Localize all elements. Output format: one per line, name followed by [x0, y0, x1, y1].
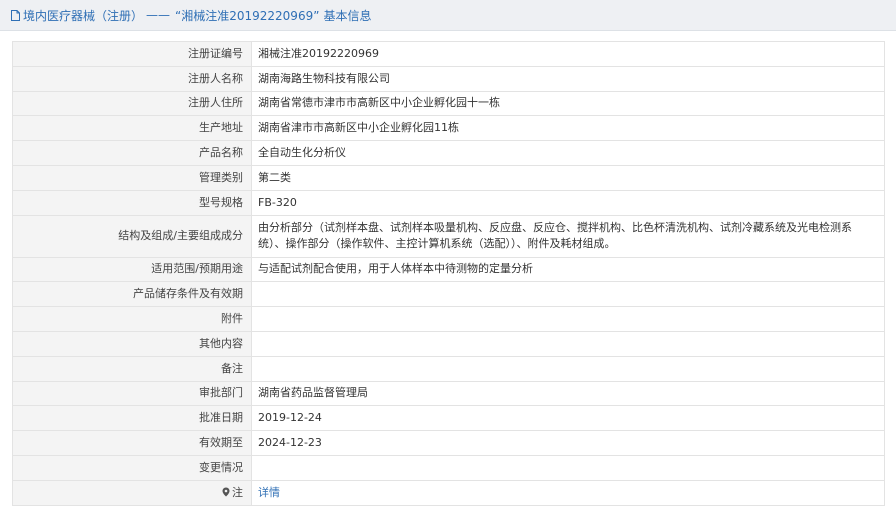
table-row: 型号规格 FB-320	[12, 189, 885, 216]
row-value: 湖南省常德市津市市高新区中小企业孵化园十一栋	[251, 90, 885, 117]
row-value	[251, 330, 885, 357]
row-label: 适用范围/预期用途	[12, 256, 252, 283]
row-value: 2024-12-23	[251, 430, 885, 456]
table-row: 备注	[12, 355, 885, 382]
row-value: 湘械注准20192220969	[251, 41, 885, 67]
table-row: 审批部门 湖南省药品监督管理局	[12, 380, 885, 407]
row-label: 审批部门	[12, 380, 252, 407]
row-value: FB-320	[251, 189, 885, 216]
table-row: 其他内容	[12, 330, 885, 357]
row-label: 产品储存条件及有效期	[12, 281, 252, 308]
row-value: 2019-12-24	[251, 405, 885, 432]
table-row: 结构及组成/主要组成成分 由分析部分（试剂样本盘、试剂样本吸量机构、反应盘、反应仓…	[12, 214, 885, 258]
table-row-note: 注 详情	[12, 479, 885, 506]
header-separator: ——	[146, 8, 171, 22]
row-label-note: 注	[12, 479, 252, 506]
table-row: 注册证编号 湘械注准20192220969	[12, 41, 885, 67]
table-row: 有效期至 2024-12-23	[12, 430, 885, 456]
row-label: 注册人名称	[12, 65, 252, 92]
document-icon	[11, 9, 20, 21]
page-header: 境内医疗器械（注册） —— “湘械注准20192220969” 基本信息	[0, 0, 896, 31]
table-row: 注册人住所 湖南省常德市津市市高新区中小企业孵化园十一栋	[12, 90, 885, 117]
row-value: 湖南海路生物科技有限公司	[251, 65, 885, 92]
row-label: 生产地址	[12, 115, 252, 142]
header-suffix: 基本信息	[323, 8, 372, 23]
row-label: 型号规格	[12, 189, 252, 216]
row-value: 与适配试剂配合使用，用于人体样本中待测物的定量分析	[251, 256, 885, 283]
row-value: 由分析部分（试剂样本盘、试剂样本吸量机构、反应盘、反应仓、搅拌机构、比色杯清洗机…	[251, 214, 885, 258]
table-row: 批准日期 2019-12-24	[12, 405, 885, 432]
device-info-table: 注册证编号 湘械注准20192220969 注册人名称 湖南海路生物科技有限公司 注册人…	[12, 41, 885, 506]
row-value: 第二类	[251, 164, 885, 191]
table-row: 变更情况	[12, 454, 885, 481]
row-value: 湖南省药品监督管理局	[251, 380, 885, 407]
row-label: 结构及组成/主要组成成分	[12, 214, 252, 258]
table-row: 附件	[12, 306, 885, 332]
table-row: 适用范围/预期用途 与适配试剂配合使用，用于人体样本中待测物的定量分析	[12, 256, 885, 283]
row-label: 其他内容	[12, 330, 252, 357]
row-label: 注册证编号	[12, 41, 252, 67]
table-row: 管理类别 第二类	[12, 164, 885, 191]
row-value	[251, 355, 885, 382]
location-pin-icon	[222, 487, 230, 497]
row-value: 全自动生化分析仪	[251, 140, 885, 166]
table-row: 产品储存条件及有效期	[12, 281, 885, 308]
row-label: 注册人住所	[12, 90, 252, 117]
row-label: 备注	[12, 355, 252, 382]
row-label: 产品名称	[12, 140, 252, 166]
row-value	[251, 281, 885, 308]
row-value: 湖南省津市市高新区中小企业孵化园11栋	[251, 115, 885, 142]
details-link[interactable]: 详情	[258, 486, 280, 499]
note-label: 注	[232, 485, 243, 499]
row-label: 批准日期	[12, 405, 252, 432]
table-row: 生产地址 湖南省津市市高新区中小企业孵化园11栋	[12, 115, 885, 142]
header-registration-number: “湘械注准20192220969”	[175, 8, 320, 23]
row-label: 变更情况	[12, 454, 252, 481]
header-category: 境内医疗器械（注册）	[23, 8, 144, 23]
row-value	[251, 306, 885, 332]
row-label: 管理类别	[12, 164, 252, 191]
row-label: 有效期至	[12, 430, 252, 456]
table-row: 注册人名称 湖南海路生物科技有限公司	[12, 65, 885, 92]
table-row: 产品名称 全自动生化分析仪	[12, 140, 885, 166]
row-value	[251, 454, 885, 481]
row-value-note: 详情	[251, 479, 885, 506]
row-label: 附件	[12, 306, 252, 332]
